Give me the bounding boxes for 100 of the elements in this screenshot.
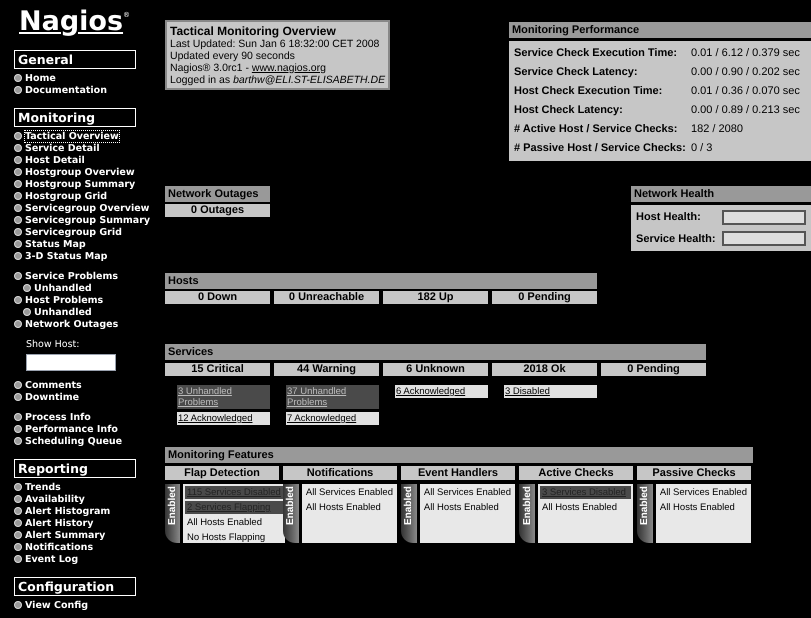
bullet-icon — [23, 308, 31, 316]
service-link[interactable]: 3 Disabled — [504, 385, 597, 398]
nav-link[interactable]: Availability — [25, 494, 85, 505]
nav-link[interactable]: Status Map — [25, 238, 86, 250]
nav-link[interactable]: Alert History — [25, 518, 94, 529]
metric-value: 182 / 2080 — [691, 122, 743, 138]
nav-link[interactable]: Event Log — [25, 554, 78, 565]
nav-link[interactable]: Tactical Overview — [25, 130, 119, 142]
service-count: 2018 Ok — [492, 363, 597, 376]
bullet-icon — [14, 543, 22, 552]
nav-link[interactable]: Servicegroup Summary — [25, 214, 150, 226]
health-label: Host Health: — [636, 210, 701, 225]
bullet-icon — [14, 413, 22, 422]
feature-status: All Hosts Enabled — [186, 516, 263, 529]
bullet-icon — [14, 252, 22, 260]
bullet-icon — [14, 144, 22, 152]
host-count: 0 Pending — [492, 291, 597, 304]
nav-link[interactable]: Servicegroup Overview — [25, 202, 150, 214]
bullet-icon — [14, 296, 22, 304]
nav-link[interactable]: Host Detail — [25, 154, 85, 166]
feature-header: Notifications — [283, 466, 397, 480]
feature-status: All Services Enabled — [422, 486, 512, 499]
feature-status: All Hosts Enabled — [422, 501, 500, 514]
nav-link[interactable]: 3-D Status Map — [25, 250, 108, 262]
nav-link[interactable]: Network Outages — [25, 318, 118, 330]
nav-link[interactable]: Servicegroup Grid — [25, 226, 122, 238]
metric-label: Service Check Latency: — [514, 65, 639, 80]
bullet-icon — [14, 531, 22, 540]
health-label: Service Health: — [636, 232, 716, 246]
feature-status: All Hosts Enabled — [304, 501, 382, 514]
feature-status: All Hosts Enabled — [658, 501, 736, 514]
sidebar-section-header: Reporting — [14, 459, 136, 478]
nav-link[interactable]: View Config — [25, 600, 88, 611]
service-count: 6 Unknown — [383, 363, 488, 376]
host-count: 182 Up — [383, 291, 488, 304]
service-link[interactable]: 3 Unhandled Problems — [177, 385, 270, 409]
bullet-icon — [14, 240, 22, 248]
nav-link[interactable]: Home — [25, 72, 56, 84]
bullet-icon — [14, 132, 22, 140]
nav-link[interactable]: Unhandled — [34, 306, 92, 318]
version-text: Nagios® 3.0rc1 - www.nagios.org — [170, 62, 327, 74]
bullet-icon — [14, 555, 22, 564]
service-link[interactable]: 37 Unhandled Problems — [286, 385, 379, 409]
nav-link[interactable]: Unhandled — [34, 282, 92, 294]
bullet-icon — [14, 425, 22, 434]
nagios-link[interactable]: www.nagios.org — [252, 62, 326, 74]
section-header: Hosts — [165, 273, 597, 289]
section-header: Services — [165, 344, 706, 360]
bullet-icon — [14, 495, 22, 504]
bullet-icon — [14, 228, 22, 236]
section-header: Network Outages — [165, 186, 270, 202]
service-count: 44 Warning — [274, 363, 379, 376]
bullet-icon — [14, 216, 22, 224]
nav-link[interactable]: Host Problems — [25, 294, 104, 306]
nav-link[interactable]: Scheduling Queue — [25, 436, 122, 447]
nav-link[interactable]: Service Detail — [25, 142, 100, 154]
nav-link[interactable]: Service Problems — [25, 270, 118, 282]
bullet-icon — [14, 86, 22, 94]
metric-value: 0.01 / 6.12 / 0.379 sec — [691, 46, 800, 62]
service-link[interactable]: 6 Acknowledged — [395, 385, 488, 398]
bullet-icon — [14, 192, 22, 200]
service-count: 15 Critical — [165, 363, 270, 376]
bullet-icon — [14, 156, 22, 164]
host-count: 0 Down — [165, 291, 270, 304]
bullet-icon — [14, 393, 22, 402]
feature-status: No Hosts Flapping — [186, 531, 266, 544]
service-link[interactable]: 7 Acknowledged — [286, 412, 379, 425]
nav-link[interactable]: Comments — [25, 380, 82, 391]
bullet-icon — [14, 507, 22, 516]
nav-link[interactable]: Hostgroup Grid — [25, 190, 108, 202]
nav-link[interactable]: Trends — [25, 482, 61, 493]
feature-header: Flap Detection — [165, 466, 279, 480]
bullet-icon — [14, 180, 22, 188]
overview-title: Tactical Monitoring Overview — [170, 24, 337, 38]
metric-label: # Passive Host / Service Checks: — [514, 141, 687, 156]
bullet-icon — [14, 519, 22, 528]
metric-label: # Active Host / Service Checks: — [514, 122, 678, 138]
nav-link[interactable]: Notifications — [25, 542, 94, 553]
nav-link[interactable]: Process Info — [25, 412, 91, 423]
bullet-icon — [14, 320, 22, 328]
metric-value: 0 / 3 — [691, 141, 712, 156]
nav-link[interactable]: Alert Histogram — [25, 506, 110, 517]
nav-link[interactable]: Performance Info — [25, 424, 118, 435]
show-host-field[interactable] — [26, 354, 116, 372]
nav-link[interactable]: Documentation — [25, 84, 107, 96]
bullet-icon — [14, 483, 22, 492]
bullet-icon — [14, 437, 22, 446]
nav-link[interactable]: Hostgroup Overview — [25, 166, 135, 178]
feature-status: All Services Enabled — [304, 486, 394, 499]
section-header: Network Health — [631, 186, 811, 202]
section-header: Monitoring Performance — [509, 22, 811, 38]
nav-link[interactable]: Alert Summary — [25, 530, 106, 541]
section-header: Monitoring Features — [165, 447, 753, 463]
nav-link[interactable]: Downtime — [25, 392, 80, 403]
overview-line: Last Updated: Sun Jan 6 18:32:00 CET 2008 — [170, 38, 380, 50]
nav-link[interactable]: Hostgroup Summary — [25, 178, 136, 190]
bullet-icon — [23, 284, 31, 292]
bullet-icon — [14, 601, 22, 610]
service-link[interactable]: 12 Acknowledged — [177, 412, 270, 425]
metric-value: 0.00 / 0.90 / 0.202 sec — [691, 65, 800, 80]
